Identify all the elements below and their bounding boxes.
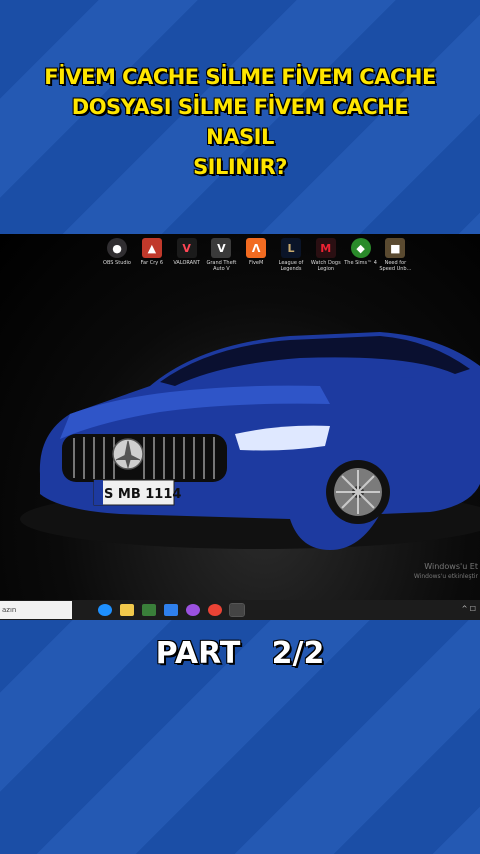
desktop-icon-watchdogs[interactable]: M Watch Dogs Legion xyxy=(309,238,343,272)
desktop-icons: ● OBS Studio ▲ Far Cry 6 V VALORANT V Gr… xyxy=(100,238,413,272)
search-placeholder: azın xyxy=(2,606,17,614)
desktop-icon-label: Watch Dogs Legion xyxy=(310,260,341,272)
taskbar-search-box[interactable]: azın xyxy=(0,601,72,619)
desktop-icon-label: OBS Studio xyxy=(103,260,131,266)
desktop-icon-gta[interactable]: V Grand Theft Auto V xyxy=(204,238,238,272)
obs-taskbar-icon[interactable] xyxy=(229,603,245,617)
valorant-icon: V xyxy=(176,238,197,258)
license-plate: S MB 1114 xyxy=(104,487,181,502)
desktop-icon-obs[interactable]: ● OBS Studio xyxy=(100,238,134,272)
farcry-icon: ▲ xyxy=(141,238,162,258)
taskbar-app-icons xyxy=(98,603,252,617)
obs-icon: ● xyxy=(107,238,127,258)
desktop-icon-fivem[interactable]: Λ FiveM xyxy=(239,238,273,272)
watermark-title: Windows'u Et xyxy=(424,562,478,571)
desktop-icon-valorant[interactable]: V VALORANT xyxy=(170,238,204,272)
store-icon[interactable] xyxy=(142,604,156,616)
desktop-icon-label: FiveM xyxy=(249,260,264,266)
windows-activation-watermark: Windows'u Et Windows'u etkinleştir xyxy=(414,562,478,582)
lol-icon: L xyxy=(280,238,301,258)
title-line-2: DOSYASI SİLME FİVEM CACHE NASIL xyxy=(71,95,409,149)
car-wallpaper-image: S MB 1114 xyxy=(20,332,480,550)
mail-icon[interactable] xyxy=(164,604,178,616)
desktop-screenshot: S MB 1114 ● OBS Studio ▲ Far Cry 6 V VAL… xyxy=(0,234,480,620)
desktop-icon-farcry[interactable]: ▲ Far Cry 6 xyxy=(135,238,169,272)
chrome-icon[interactable] xyxy=(208,604,222,616)
file-explorer-icon[interactable] xyxy=(120,604,134,616)
desktop-icon-lol[interactable]: L League of Legends xyxy=(274,238,308,272)
video-title: FİVEM CACHE SİLME FİVEM CACHE DOSYASI Sİ… xyxy=(40,62,440,182)
title-line-3: SILINIR? xyxy=(193,155,287,179)
title-line-1: FİVEM CACHE SİLME FİVEM CACHE xyxy=(44,65,436,89)
watermark-subtitle: Windows'u etkinleştir xyxy=(413,573,478,580)
desktop-icon-label: Grand Theft Auto V xyxy=(206,260,237,272)
system-tray[interactable]: ^ ☐ xyxy=(462,605,476,613)
sims-icon: ◆ xyxy=(350,238,371,258)
desktop-icon-label: The Sims™ 4 xyxy=(344,260,377,266)
desktop-icon-sims[interactable]: ◆ The Sims™ 4 xyxy=(344,238,378,272)
app-icon[interactable] xyxy=(186,604,200,616)
desktop-icon-label: Far Cry 6 xyxy=(140,260,163,266)
fivem-icon: Λ xyxy=(246,238,267,258)
watchdogs-icon: M xyxy=(315,238,336,258)
desktop-icon-nfs[interactable]: ■ Need for Speed Unb... xyxy=(378,238,412,272)
edge-icon[interactable] xyxy=(98,604,112,616)
nfs-icon: ■ xyxy=(385,238,406,258)
desktop-icon-label: League of Legends xyxy=(278,260,304,272)
gta-icon: V xyxy=(211,238,232,258)
desktop-icon-label: VALORANT xyxy=(173,260,200,266)
taskbar: azın ^ ☐ xyxy=(0,600,480,620)
part-label: PART 2/2 xyxy=(155,636,325,671)
desktop-icon-label: Need for Speed Unb... xyxy=(379,260,412,272)
